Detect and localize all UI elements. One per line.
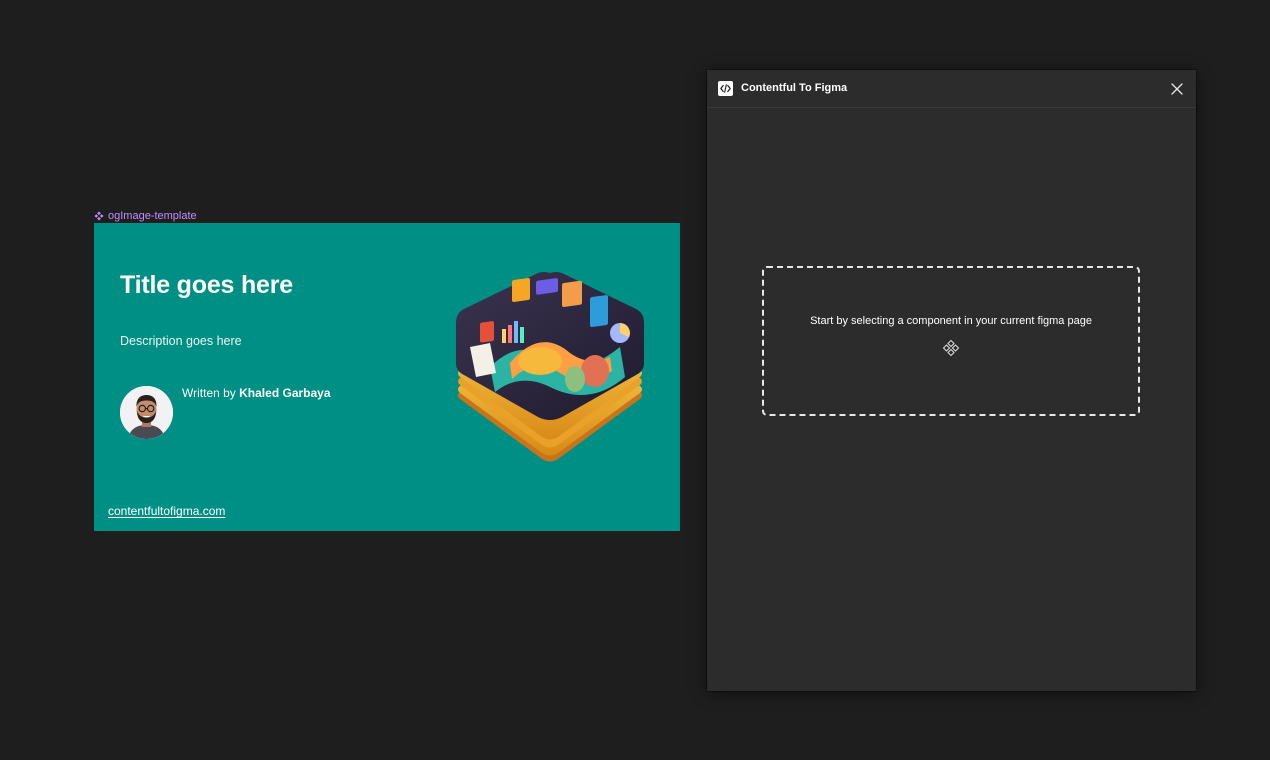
plugin-window[interactable]: Contentful To Figma Start by selecting a… [707,70,1196,691]
author-line: Written by Khaled Garbaya [182,386,331,400]
frame-label[interactable]: ogImage-template [94,209,197,223]
close-icon[interactable] [1167,79,1187,99]
og-title: Title goes here [120,271,293,299]
component-icon [94,211,104,221]
component-icon [942,339,960,357]
code-icon [718,81,733,96]
author-name: Khaled Garbaya [239,386,331,400]
frame-label-text: ogImage-template [108,210,197,222]
plugin-header: Contentful To Figma [707,70,1196,108]
component-dropzone[interactable]: Start by selecting a component in your c… [762,266,1140,416]
written-by-prefix: Written by [182,386,240,400]
og-description: Description goes here [120,334,242,348]
site-link[interactable]: contentfultofigma.com [108,504,225,518]
dropzone-message: Start by selecting a component in your c… [810,315,1092,327]
dashboard-illustration [450,267,650,467]
author-avatar [120,386,173,439]
og-image-frame[interactable]: Title goes here Description goes here Wr… [94,223,680,531]
figma-canvas[interactable]: ogImage-template Title goes here Descrip… [0,0,1270,760]
plugin-title: Contentful To Figma [741,82,848,94]
